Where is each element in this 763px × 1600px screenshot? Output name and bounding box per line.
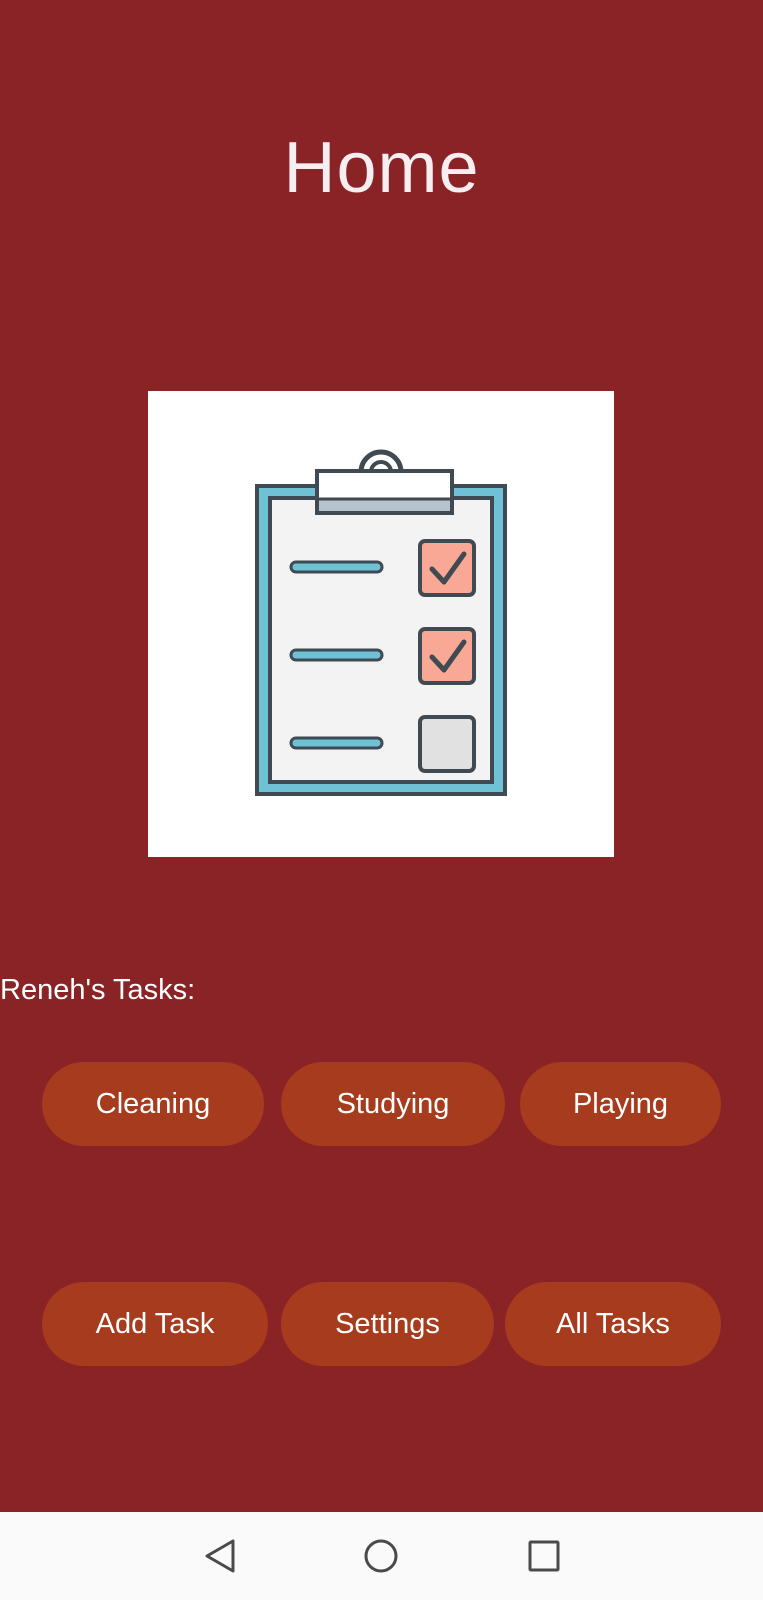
all-tasks-button[interactable]: All Tasks <box>505 1282 721 1366</box>
settings-button[interactable]: Settings <box>281 1282 494 1366</box>
clipboard-checklist-icon <box>255 449 507 796</box>
task-studying-button[interactable]: Studying <box>281 1062 505 1146</box>
page-title: Home <box>283 128 480 208</box>
triangle-back-icon <box>205 1539 235 1573</box>
circle-home-icon <box>364 1539 398 1573</box>
nav-recents-button[interactable] <box>520 1532 568 1580</box>
clipboard-illustration <box>148 391 614 857</box>
task-cleaning-button[interactable]: Cleaning <box>42 1062 264 1146</box>
nav-back-button[interactable] <box>196 1532 244 1580</box>
system-navigation-bar <box>0 1512 763 1600</box>
add-task-button[interactable]: Add Task <box>42 1282 268 1366</box>
tasks-section-label: Reneh's Tasks: <box>0 974 196 1006</box>
nav-home-button[interactable] <box>357 1532 405 1580</box>
task-playing-button[interactable]: Playing <box>520 1062 721 1146</box>
square-recents-icon <box>528 1540 560 1572</box>
